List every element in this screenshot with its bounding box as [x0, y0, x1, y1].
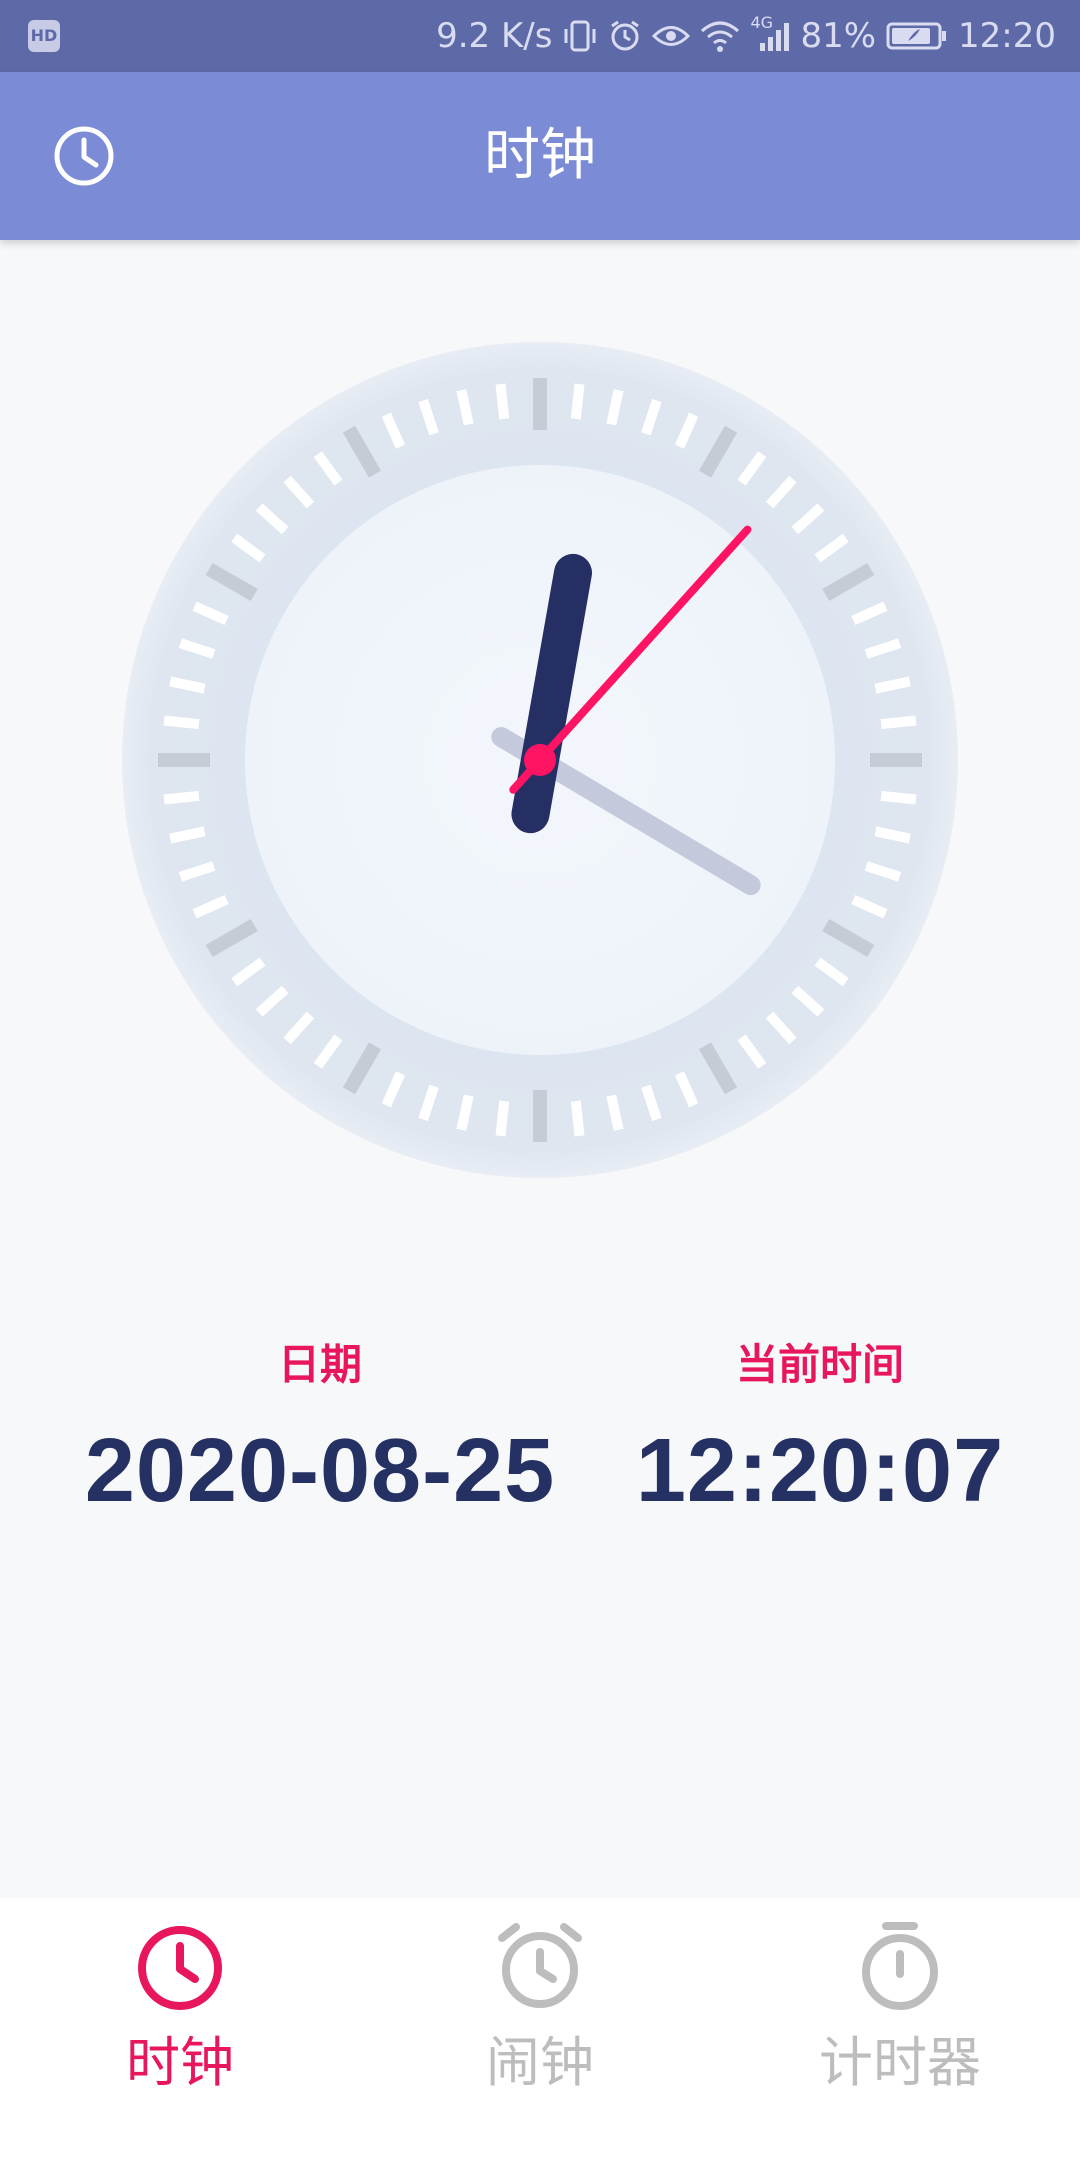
- clock-face: [122, 342, 958, 1178]
- minute-tick: [874, 676, 911, 694]
- current-time-label: 当前时间: [735, 1340, 904, 1389]
- minute-tick: [880, 790, 917, 805]
- signal-type: 4G: [750, 13, 774, 32]
- time-section: 当前时间 12:20:07: [560, 1330, 1080, 1523]
- minute-tick: [163, 790, 200, 805]
- clock-icon: [136, 1920, 224, 2012]
- hd-badge: HD: [28, 20, 60, 52]
- minute-tick: [606, 389, 624, 426]
- minute-tick: [570, 1100, 585, 1137]
- minute-tick: [169, 676, 206, 694]
- battery-percent: 81%: [800, 16, 877, 56]
- minute-tick: [880, 715, 917, 730]
- minute-tick: [456, 1094, 474, 1131]
- nav-tab-clock[interactable]: 时钟: [0, 1898, 360, 2160]
- minute-tick: [163, 715, 200, 730]
- current-time-value: 12:20:07: [635, 1421, 1005, 1521]
- cell-signal-icon: 4G: [750, 13, 790, 53]
- minute-tick: [495, 1100, 510, 1137]
- date-time-info: 日期 2020-08-25 当前时间 12:20:07: [0, 1330, 1080, 1530]
- minute-tick: [495, 383, 510, 420]
- status-time: 12:20: [958, 16, 1056, 56]
- date-section: 日期 2020-08-25: [60, 1330, 580, 1523]
- vibrate-icon: [562, 19, 598, 53]
- app-bar: 时钟: [0, 72, 1080, 240]
- status-icons: 9.2 K/s 4G 81% 12:20: [436, 13, 1056, 58]
- nav-label-clock: 时钟: [126, 2031, 234, 2094]
- nav-tab-timer[interactable]: 计时器: [720, 1898, 1080, 2160]
- stopwatch-icon: [856, 1920, 944, 2012]
- battery-icon: [886, 21, 948, 51]
- date-value: 2020-08-25: [84, 1421, 556, 1521]
- minute-tick: [570, 383, 585, 420]
- nav-tab-alarm[interactable]: 闹钟: [360, 1898, 720, 2160]
- bottom-navigation: 时钟 闹钟 计时器: [0, 1898, 1080, 2160]
- analog-clock: [120, 340, 960, 1180]
- page-title: 时钟: [484, 123, 596, 188]
- minute-tick: [606, 1094, 624, 1131]
- date-label: 日期: [277, 1340, 362, 1389]
- network-speed: 9.2 K/s: [436, 16, 553, 56]
- minute-tick: [874, 826, 911, 844]
- wifi-icon: [700, 19, 740, 53]
- minute-tick: [169, 826, 206, 844]
- alarm-icon: [608, 19, 642, 53]
- nav-label-timer: 计时器: [819, 2031, 981, 2094]
- clock-center-pin: [524, 744, 556, 776]
- nav-label-alarm: 闹钟: [486, 2031, 594, 2094]
- eye-icon: [652, 21, 691, 51]
- alarm-clock-icon: [496, 1920, 584, 2012]
- minute-tick: [456, 389, 474, 426]
- status-bar: HD 9.2 K/s 4G 81% 12:20: [0, 0, 1080, 72]
